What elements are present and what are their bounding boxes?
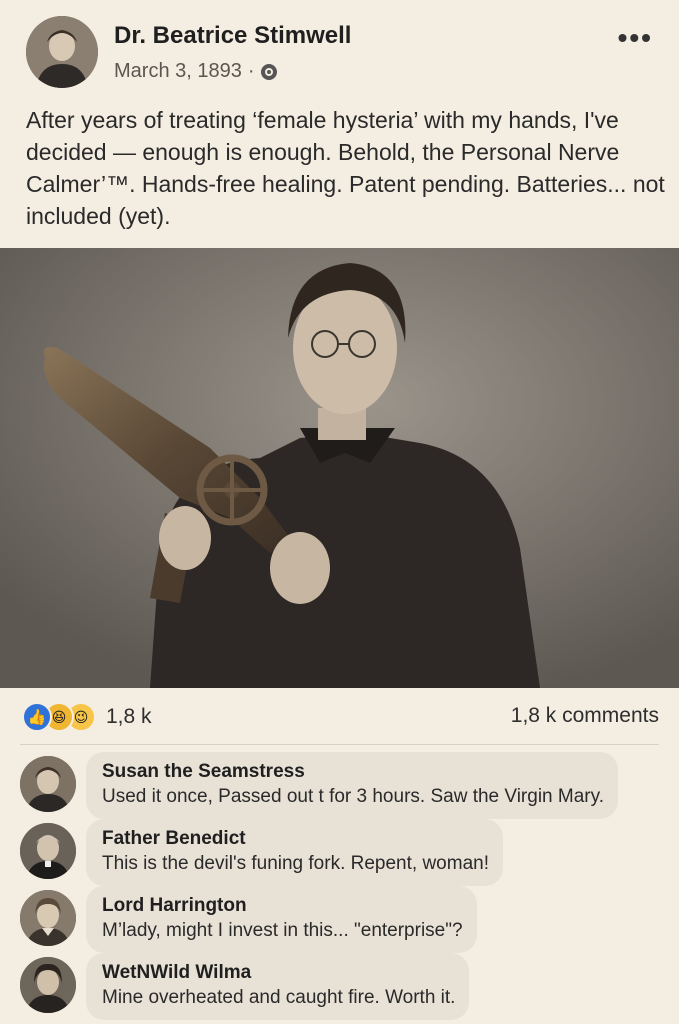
comment-bubble: Susan the Seamstress Used it once, Passe… xyxy=(86,752,618,819)
post-date[interactable]: March 3, 1893 xyxy=(114,60,242,83)
commenter-avatar[interactable] xyxy=(20,823,76,879)
author-avatar[interactable] xyxy=(26,16,98,88)
more-options-button[interactable]: ••• xyxy=(618,22,653,54)
comment-item: Lord Harrington M’lady, might I invest i… xyxy=(20,886,477,953)
comment-count-link[interactable]: 1,8 k comments xyxy=(511,704,659,728)
commenter-name[interactable]: Father Benedict xyxy=(102,827,489,851)
reaction-summary[interactable]: 👍 😆 😉 1,8 k xyxy=(22,702,152,732)
comment-bubble: Father Benedict This is the devil's funi… xyxy=(86,819,503,886)
post-photo[interactable] xyxy=(0,248,679,688)
meta-separator: · xyxy=(247,60,255,82)
comment-item: Father Benedict This is the devil's funi… xyxy=(20,819,503,886)
comment-text: M’lady, might I invest in this... "enter… xyxy=(102,920,463,941)
commenter-avatar[interactable] xyxy=(20,957,76,1013)
commenter-avatar[interactable] xyxy=(20,890,76,946)
author-name[interactable]: Dr. Beatrice Stimwell xyxy=(114,22,351,50)
comment-text: Mine overheated and caught fire. Worth i… xyxy=(102,987,456,1008)
commenter-name[interactable]: Lord Harrington xyxy=(102,894,463,918)
like-icon: 👍 xyxy=(22,702,52,732)
commenter-avatar[interactable] xyxy=(20,756,76,812)
portrait-illustration xyxy=(0,248,679,688)
comment-text: This is the devil's funing fork. Repent,… xyxy=(102,853,489,874)
globe-icon xyxy=(260,63,277,80)
commenter-name[interactable]: Susan the Seamstress xyxy=(102,760,604,784)
post-meta: March 3, 1893 · xyxy=(114,60,277,83)
post-body: After years of treating ‘female hysteria… xyxy=(26,107,665,229)
comment-bubble: WetNWild Wilma Mine overheated and caugh… xyxy=(86,953,470,1020)
post-header: Dr. Beatrice Stimwell March 3, 1893 · ••… xyxy=(0,0,679,100)
comment-text: Used it once, Passed out t for 3 hours. … xyxy=(102,786,604,807)
divider xyxy=(20,744,659,745)
commenter-name[interactable]: WetNWild Wilma xyxy=(102,961,455,985)
reaction-count: 1,8 k xyxy=(106,705,152,728)
comment-bubble: Lord Harrington M’lady, might I invest i… xyxy=(86,886,477,953)
comment-item: Susan the Seamstress Used it once, Passe… xyxy=(20,752,618,819)
comment-item: WetNWild Wilma Mine overheated and caugh… xyxy=(20,953,470,1020)
